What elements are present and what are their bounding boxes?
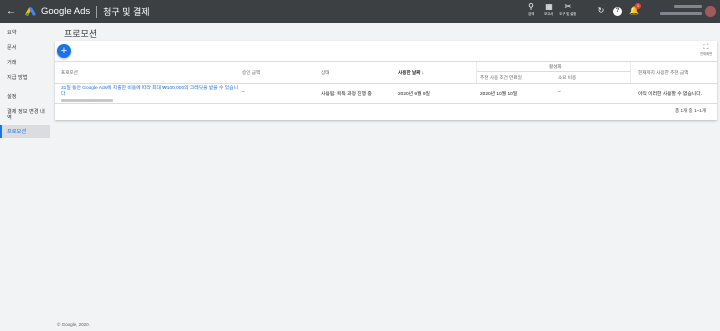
fullscreen-icon: ⛶ <box>703 44 709 51</box>
col-header-used-date-label: 사용한 날짜 <box>398 70 421 75</box>
sidebar-item-payment-history[interactable]: 결제 정보 변경 내역 <box>0 109 46 121</box>
search-icon: ⚲ <box>528 2 534 11</box>
page-title: 프로모션 <box>64 29 98 39</box>
search-button[interactable]: ⚲ 검색 <box>524 2 538 16</box>
sidebar-item-documents[interactable]: 문서 <box>0 45 50 51</box>
tools-settings-label: 도구 및 설정 <box>559 12 577 16</box>
account-id-redacted <box>660 12 702 15</box>
divider <box>96 5 98 18</box>
promotions-card: + ⛶ 전체화면 프로모션 승인 금액 상태 사용한 날짜 ↓ 활성화 추천 사… <box>55 41 717 120</box>
account-info[interactable] <box>660 5 704 15</box>
cell-spend: – <box>558 90 561 95</box>
sidebar-item-payment-methods[interactable]: 지급 방법 <box>0 75 50 81</box>
wrench-icon: ✂ <box>564 2 572 11</box>
table-top-border <box>55 61 717 62</box>
sidebar-item-promotions[interactable]: 프로모션 <box>0 125 50 138</box>
sidebar-item-transactions[interactable]: 거래 <box>0 60 50 66</box>
reports-icon: ▦ <box>545 2 553 11</box>
avatar[interactable] <box>705 6 716 17</box>
tools-settings-button[interactable]: ✂ 도구 및 설정 <box>559 2 577 16</box>
section-title: 청구 및 결제 <box>103 7 150 17</box>
account-name-redacted <box>674 5 702 8</box>
col-header-activation-deadline[interactable]: 추천 사용 조건 만료일 <box>480 75 522 81</box>
col-header-spend[interactable]: 소요 비용 <box>558 75 576 81</box>
copyright-footer: © Google, 2020. <box>57 322 90 327</box>
reports-button[interactable]: ▦ 보고서 <box>542 2 556 16</box>
col-header-promotion[interactable]: 프로모션 <box>61 70 78 76</box>
fullscreen-button[interactable]: ⛶ 전체화면 <box>700 44 712 56</box>
col-header-approved-amount[interactable]: 승인 금액 <box>242 70 260 76</box>
pagination-info: 총 1개 중 1~1개 <box>675 108 707 113</box>
col-header-activation-group: 활성화 <box>549 64 562 69</box>
refresh-icon[interactable]: ↻ <box>593 5 609 17</box>
cell-deadline: 2020년 10월 10일 <box>480 92 518 97</box>
col-header-status[interactable]: 상태 <box>321 70 329 76</box>
sidebar-nav: 요약 문서 거래 지급 방법 설정 결제 정보 변경 내역 프로모션 <box>0 23 50 331</box>
column-divider <box>476 62 477 83</box>
promotion-link[interactable]: 31일 동안 Google Ads에 지출한 비용에 따라 최대 ₩100,00… <box>61 86 239 98</box>
sidebar-item-settings[interactable]: 설정 <box>0 94 50 100</box>
top-app-bar: ← Google Ads 청구 및 결제 ⚲ 검색 ▦ 보고서 ✂ 도구 및 설… <box>0 0 720 23</box>
cell-approved-amount: – <box>242 90 245 95</box>
column-divider <box>630 62 631 83</box>
toolbar-right: ↻ ? 🔔 1 <box>593 3 642 17</box>
add-promotion-button[interactable]: + <box>57 44 71 58</box>
help-icon[interactable]: ? <box>613 6 622 16</box>
notification-badge: 1 <box>635 3 641 9</box>
reports-label: 보고서 <box>544 12 554 16</box>
back-arrow-icon[interactable]: ← <box>6 6 18 17</box>
notifications-bell-icon[interactable]: 🔔 1 <box>626 3 642 17</box>
header-bottom-border <box>55 83 717 84</box>
col-header-remaining[interactable]: 현재까지 사용한 추천 금액 <box>638 70 688 76</box>
cell-remaining: 아직 이러한 사용할 수 없습니다. <box>638 92 703 97</box>
sidebar-item-summary[interactable]: 요약 <box>0 30 50 36</box>
cell-status: 사용됨: 획득 과정 진행 중 <box>321 92 372 97</box>
sort-arrow-icon: ↓ <box>421 70 424 75</box>
toolbar-tools: ⚲ 검색 ▦ 보고서 ✂ 도구 및 설정 <box>524 2 580 16</box>
product-name: Google Ads <box>41 6 91 17</box>
google-ads-logo-icon[interactable] <box>24 6 37 17</box>
group-header-divider <box>476 71 630 72</box>
col-header-used-date[interactable]: 사용한 날짜 ↓ <box>398 70 424 76</box>
fullscreen-label: 전체화면 <box>700 52 713 56</box>
row-bottom-border <box>55 103 717 104</box>
search-label: 검색 <box>528 12 534 16</box>
cell-used-date: 2020년 9월 9일 <box>398 92 430 97</box>
promotion-id-redacted <box>61 99 113 102</box>
